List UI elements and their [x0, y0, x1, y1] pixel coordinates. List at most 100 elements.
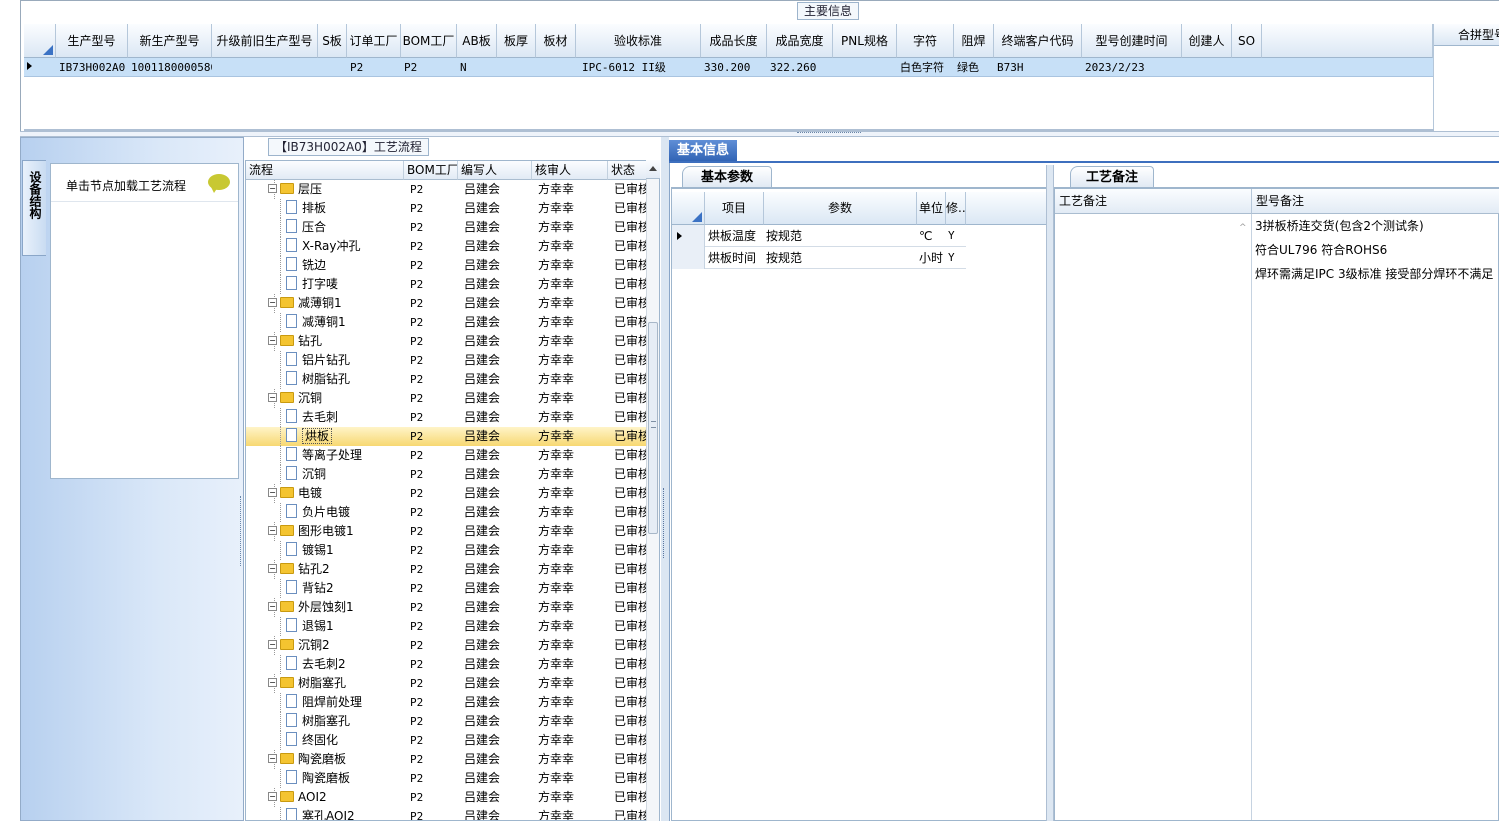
collapse-icon[interactable]: −	[268, 488, 277, 497]
tree-node[interactable]: 等离子处理	[286, 446, 404, 465]
tree-row[interactable]: − 钻孔2 P2 吕建会 方幸幸 已审核	[246, 560, 648, 579]
main-col-header[interactable]: 订单工厂	[347, 24, 401, 58]
tree-scroll-thumb[interactable]	[648, 322, 658, 534]
main-col-header[interactable]: SO	[1232, 24, 1262, 58]
collapse-icon[interactable]: −	[268, 754, 277, 763]
tree-node[interactable]: 打字唛	[286, 275, 404, 294]
tree-row[interactable]: − 沉铜2 P2 吕建会 方幸幸 已审核	[246, 636, 648, 655]
notes-col-model[interactable]: 型号备注	[1252, 189, 1499, 214]
tab-basic-params[interactable]: 基本参数	[682, 166, 772, 188]
tree-node[interactable]: − 图形电镀1	[268, 522, 404, 541]
main-col-header[interactable]: 生产型号	[56, 24, 128, 58]
tree-col-header[interactable]: 流程	[246, 161, 404, 180]
tree-node[interactable]: 减薄铜1	[286, 313, 404, 332]
tree-row[interactable]: 打字唛 P2 吕建会 方幸幸 已审核	[246, 275, 648, 294]
tree-row[interactable]: 铝片钻孔 P2 吕建会 方幸幸 已审核	[246, 351, 648, 370]
collapse-icon[interactable]: −	[268, 792, 277, 801]
main-col-header[interactable]: 板材	[536, 24, 576, 58]
tree-row[interactable]: − 电镀 P2 吕建会 方幸幸 已审核	[246, 484, 648, 503]
tree-row[interactable]: − 层压 P2 吕建会 方幸幸 已审核	[246, 180, 648, 199]
collapse-icon[interactable]: −	[268, 564, 277, 573]
tree-node[interactable]: − 钻孔2	[268, 560, 404, 579]
tree-node[interactable]: − 陶瓷磨板	[268, 750, 404, 769]
scroll-up-button[interactable]	[646, 160, 660, 179]
tree-row[interactable]: 去毛刺 P2 吕建会 方幸幸 已审核	[246, 408, 648, 427]
param-col-param[interactable]: 参数	[764, 192, 917, 225]
main-col-header[interactable]: 型号创建时间	[1082, 24, 1182, 58]
tree-node[interactable]: − 电镀	[268, 484, 404, 503]
tree-row[interactable]: 塞孔AOI2 P2 吕建会 方幸幸 已审核	[246, 807, 648, 820]
tree-node[interactable]: 阻焊前处理	[286, 693, 404, 712]
collapse-icon[interactable]: −	[268, 602, 277, 611]
main-col-header[interactable]: 验收标准	[576, 24, 701, 58]
tree-row[interactable]: − 钻孔 P2 吕建会 方幸幸 已审核	[246, 332, 648, 351]
collapse-icon[interactable]: −	[268, 393, 277, 402]
param-row[interactable]: 烘板时间 按规范 小时 Y	[672, 247, 966, 269]
tree-row[interactable]: − 树脂塞孔 P2 吕建会 方幸幸 已审核	[246, 674, 648, 693]
main-col-header[interactable]: BOM工厂	[401, 24, 457, 58]
tree-node[interactable]: 终固化	[286, 731, 404, 750]
tree-node[interactable]: − 减薄铜1	[268, 294, 404, 313]
process-notes-textarea[interactable]	[1055, 214, 1252, 820]
tree-node[interactable]: X-Ray冲孔	[286, 237, 404, 256]
main-col-header[interactable]: 创建人	[1182, 24, 1232, 58]
param-col-mod[interactable]: 修..	[946, 192, 966, 225]
splitter-grip-icon[interactable]	[797, 132, 861, 135]
tree-col-header[interactable]: 状态	[608, 161, 648, 180]
tree-node[interactable]: 排板	[286, 199, 404, 218]
param-col-item[interactable]: 项目	[705, 192, 764, 225]
tree-row[interactable]: 铣边 P2 吕建会 方幸幸 已审核	[246, 256, 648, 275]
tree-node[interactable]: − 层压	[268, 180, 404, 199]
collapse-icon[interactable]: −	[268, 526, 277, 535]
tab-equipment-structure[interactable]: 设备结构	[22, 160, 46, 256]
collapse-icon[interactable]: −	[268, 640, 277, 649]
tree-row[interactable]: − 陶瓷磨板 P2 吕建会 方幸幸 已审核	[246, 750, 648, 769]
main-col-header[interactable]: S板	[318, 24, 347, 58]
tree-node[interactable]: 烘板	[286, 427, 404, 446]
tree-row[interactable]: 退锡1 P2 吕建会 方幸幸 已审核	[246, 617, 648, 636]
tree-node[interactable]: 镀锡1	[286, 541, 404, 560]
main-col-header[interactable]: PNL规格	[833, 24, 897, 58]
right-splitter[interactable]	[1046, 165, 1054, 821]
tree-node[interactable]: 陶瓷磨板	[286, 769, 404, 788]
tree-row[interactable]: − 沉铜 P2 吕建会 方幸幸 已审核	[246, 389, 648, 408]
collapse-icon[interactable]: −	[268, 336, 277, 345]
model-notes-textarea[interactable]	[1252, 214, 1499, 820]
tree-node[interactable]: 铝片钻孔	[286, 351, 404, 370]
tree-node[interactable]: 树脂钻孔	[286, 370, 404, 389]
tree-node[interactable]: 负片电镀	[286, 503, 404, 522]
main-col-header[interactable]: 终端客户代码	[994, 24, 1082, 58]
notes-col-process[interactable]: 工艺备注	[1055, 189, 1252, 214]
tree-row[interactable]: − AOI2 P2 吕建会 方幸幸 已审核	[246, 788, 648, 807]
tree-node[interactable]: 退锡1	[286, 617, 404, 636]
main-col-header[interactable]: 字符	[897, 24, 954, 58]
collapse-icon[interactable]: −	[268, 678, 277, 687]
main-col-header[interactable]: 阻焊	[954, 24, 994, 58]
param-row[interactable]: 烘板温度 按规范 ℃ Y	[672, 225, 966, 247]
tab-process-notes[interactable]: 工艺备注	[1070, 166, 1154, 188]
param-col-unit[interactable]: 单位	[917, 192, 946, 225]
tree-node[interactable]: − AOI2	[268, 788, 404, 807]
tree-node[interactable]: − 钻孔	[268, 332, 404, 351]
tree-row[interactable]: 沉铜 P2 吕建会 方幸幸 已审核	[246, 465, 648, 484]
main-col-header[interactable]: 成品宽度	[767, 24, 833, 58]
tree-row[interactable]: 阻焊前处理 P2 吕建会 方幸幸 已审核	[246, 693, 648, 712]
tree-node[interactable]: 铣边	[286, 256, 404, 275]
tree-node[interactable]: 塞孔AOI2	[286, 807, 404, 820]
tree-row[interactable]: 终固化 P2 吕建会 方幸幸 已审核	[246, 731, 648, 750]
tree-row[interactable]: 排板 P2 吕建会 方幸幸 已审核	[246, 199, 648, 218]
tree-node[interactable]: 背钻2	[286, 579, 404, 598]
tree-node[interactable]: 压合	[286, 218, 404, 237]
tree-node[interactable]: 沉铜	[286, 465, 404, 484]
tree-row[interactable]: 负片电镀 P2 吕建会 方幸幸 已审核	[246, 503, 648, 522]
collapse-icon[interactable]: −	[268, 184, 277, 193]
tree-row[interactable]: 压合 P2 吕建会 方幸幸 已审核	[246, 218, 648, 237]
splitter-grip-icon[interactable]	[663, 488, 666, 558]
tree-node[interactable]: 去毛刺2	[286, 655, 404, 674]
tree-node[interactable]: 树脂塞孔	[286, 712, 404, 731]
tree-row[interactable]: 镀锡1 P2 吕建会 方幸幸 已审核	[246, 541, 648, 560]
main-col-header[interactable]: 成品长度	[701, 24, 767, 58]
vertical-splitter[interactable]	[661, 137, 669, 821]
tree-col-header[interactable]: BOM工厂	[404, 161, 458, 180]
tree-row[interactable]: − 减薄铜1 P2 吕建会 方幸幸 已审核	[246, 294, 648, 313]
